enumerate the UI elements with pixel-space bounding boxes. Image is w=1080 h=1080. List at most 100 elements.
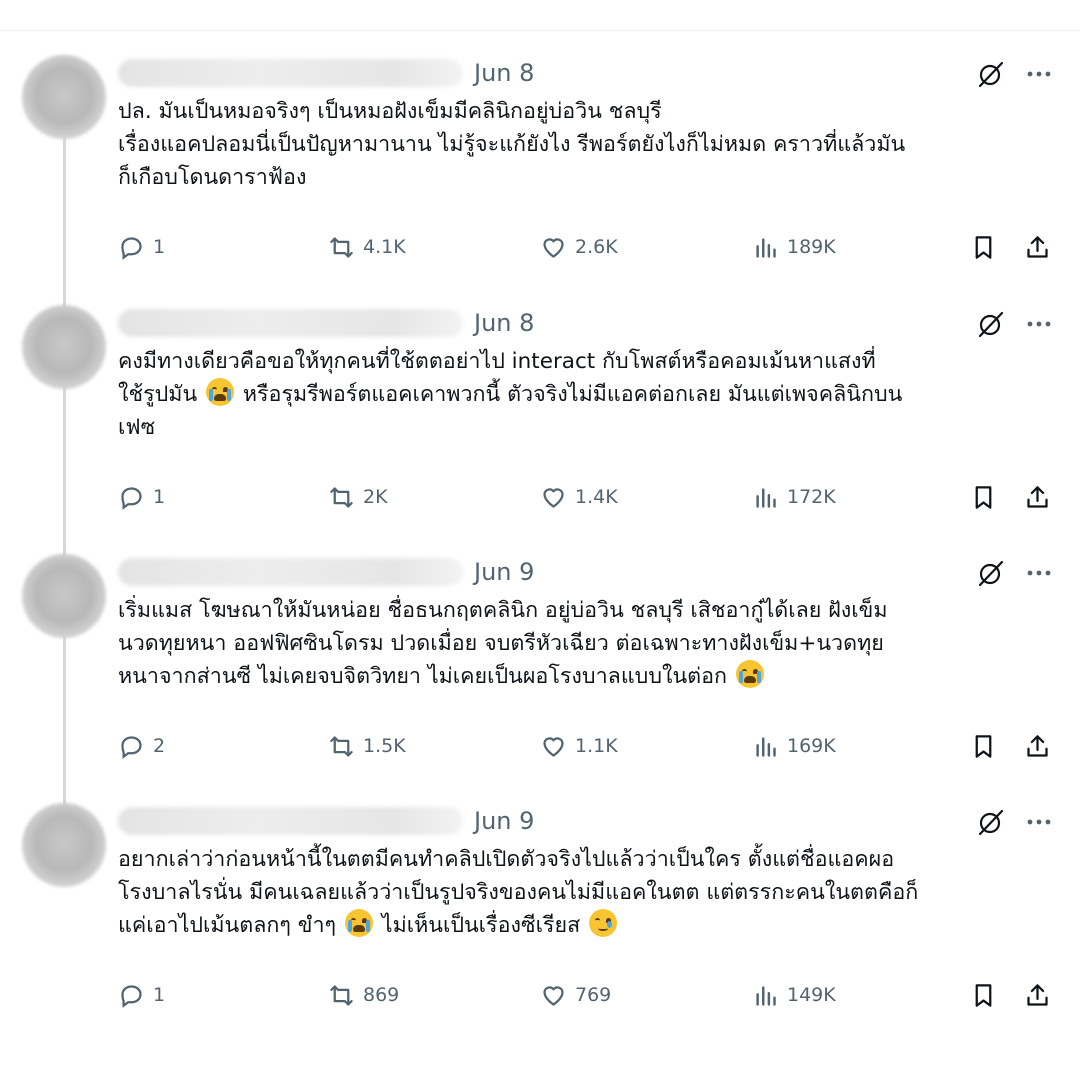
post[interactable]: Jun 8 คงมีทางเดียวคือขอให้ทุกคนที่ใช้ตตอ… [0, 305, 1080, 555]
share-icon [1027, 235, 1048, 258]
action-bar: 1 4.1K 2.6K 189K [0, 231, 1080, 263]
avatar[interactable] [22, 803, 106, 887]
views-icon [756, 736, 776, 757]
loudly-crying-face-emoji [206, 378, 234, 406]
post-text: คงมีทางเดียวคือขอให้ทุกคนที่ใช้ตตอย่าไป … [118, 345, 1068, 444]
face-holding-back-tears-emoji [589, 909, 618, 937]
share-icon [1027, 983, 1048, 1006]
post-text-part: ไม่เห็นเป็นเรื่องซีเรียส [374, 913, 588, 938]
post-date[interactable]: Jun 8 [474, 308, 534, 338]
repost-button[interactable]: 869 [328, 979, 399, 1011]
post[interactable]: Jun 9 เริ่มแมส โฆษณาให้มันหน่อย ชื่อธนกฤ… [0, 554, 1080, 804]
avatar[interactable] [22, 305, 106, 389]
reply-icon [121, 735, 142, 759]
post[interactable]: Jun 8 ปล. มันเป็นหมอจริงๆ เป็นหมอฝังเข็ม… [0, 55, 1080, 305]
views-button[interactable]: 169K [752, 730, 836, 762]
views-button[interactable]: 149K [752, 979, 836, 1011]
grok-icon[interactable] [976, 558, 1006, 588]
share-button[interactable] [1024, 730, 1051, 762]
action-bar: 1 869 769 149K [0, 979, 1080, 1011]
author-name-redacted[interactable] [118, 807, 463, 835]
reply-count: 2 [153, 735, 166, 757]
share-button[interactable] [1024, 231, 1051, 263]
post-text: ปล. มันเป็นหมอจริงๆ เป็นหมอฝังเข็มมีคลิน… [118, 99, 906, 190]
post-text-part: หรือรุมรีพอร์ตแอคเคาพวกนี้ ตัวจริงไม่มีแ… [118, 382, 903, 440]
like-icon [543, 985, 564, 1006]
bookmark-icon [975, 734, 992, 758]
like-count: 769 [575, 984, 612, 1006]
views-icon [756, 237, 776, 258]
author-name-redacted[interactable] [118, 558, 463, 586]
post-date[interactable]: Jun 9 [474, 806, 534, 836]
reply-icon [121, 984, 142, 1008]
post-date[interactable]: Jun 9 [474, 557, 534, 587]
like-count: 1.4K [575, 486, 618, 508]
reply-button[interactable]: 1 [118, 231, 165, 263]
views-button[interactable]: 172K [752, 481, 836, 513]
repost-count: 1.5K [363, 735, 406, 757]
more-icon[interactable] [1024, 309, 1054, 339]
repost-count: 2K [363, 486, 388, 508]
more-icon[interactable] [1024, 59, 1054, 89]
repost-count: 869 [363, 984, 400, 1006]
share-icon [1027, 734, 1048, 757]
views-count: 149K [787, 984, 836, 1006]
share-button[interactable] [1024, 979, 1051, 1011]
action-bar: 2 1.5K 1.1K 169K [0, 730, 1080, 762]
reply-button[interactable]: 1 [118, 481, 165, 513]
reply-count: 1 [153, 236, 166, 258]
repost-button[interactable]: 4.1K [328, 231, 406, 263]
repost-count: 4.1K [363, 236, 406, 258]
author-name-redacted[interactable] [118, 309, 463, 337]
views-count: 189K [787, 236, 836, 258]
reply-count: 1 [153, 486, 166, 508]
views-icon [756, 985, 776, 1006]
like-icon [543, 736, 564, 757]
loudly-crying-face-emoji [344, 909, 373, 937]
bookmark-button[interactable] [970, 979, 997, 1011]
like-button[interactable]: 1.1K [540, 730, 618, 762]
bookmark-icon [975, 485, 992, 509]
repost-icon [330, 486, 353, 508]
grok-icon[interactable] [976, 309, 1006, 339]
reply-icon [121, 486, 142, 510]
like-icon [543, 237, 564, 258]
bookmark-button[interactable] [970, 231, 997, 263]
avatar[interactable] [22, 554, 106, 638]
author-name-redacted[interactable] [118, 59, 463, 87]
bookmark-button[interactable] [970, 481, 997, 513]
reply-icon [121, 236, 142, 260]
avatar[interactable] [22, 55, 106, 139]
repost-icon [330, 984, 353, 1006]
action-bar: 1 2K 1.4K 172K [0, 481, 1080, 513]
bookmark-icon [975, 983, 992, 1007]
repost-button[interactable]: 1.5K [328, 730, 406, 762]
post-text-part: เริ่มแมส โฆษณาให้มันหน่อย ชื่อธนกฤตคลินิ… [118, 598, 888, 689]
repost-button[interactable]: 2K [328, 481, 388, 513]
like-icon [543, 487, 564, 508]
post-date[interactable]: Jun 8 [474, 58, 534, 88]
post[interactable]: Jun 9 อยากเล่าว่าก่อนหน้านี้ในตตมีคนทำคล… [0, 803, 1080, 1053]
bookmark-button[interactable] [970, 730, 997, 762]
share-button[interactable] [1024, 481, 1051, 513]
views-icon [756, 487, 776, 508]
loudly-crying-face-emoji [735, 660, 764, 688]
reply-button[interactable]: 2 [118, 730, 165, 762]
post-text: เริ่มแมส โฆษณาให้มันหน่อย ชื่อธนกฤตคลินิ… [118, 594, 1068, 693]
views-count: 172K [787, 486, 836, 508]
bookmark-icon [975, 235, 992, 259]
repost-icon [330, 236, 353, 258]
like-button[interactable]: 1.4K [540, 481, 618, 513]
share-icon [1027, 485, 1048, 508]
more-icon[interactable] [1024, 807, 1054, 837]
repost-icon [330, 735, 353, 757]
like-button[interactable]: 769 [540, 979, 611, 1011]
views-button[interactable]: 189K [752, 231, 836, 263]
reply-button[interactable]: 1 [118, 979, 165, 1011]
like-count: 2.6K [575, 236, 618, 258]
like-count: 1.1K [575, 735, 618, 757]
more-icon[interactable] [1024, 558, 1054, 588]
grok-icon[interactable] [976, 807, 1006, 837]
grok-icon[interactable] [976, 59, 1006, 89]
like-button[interactable]: 2.6K [540, 231, 618, 263]
